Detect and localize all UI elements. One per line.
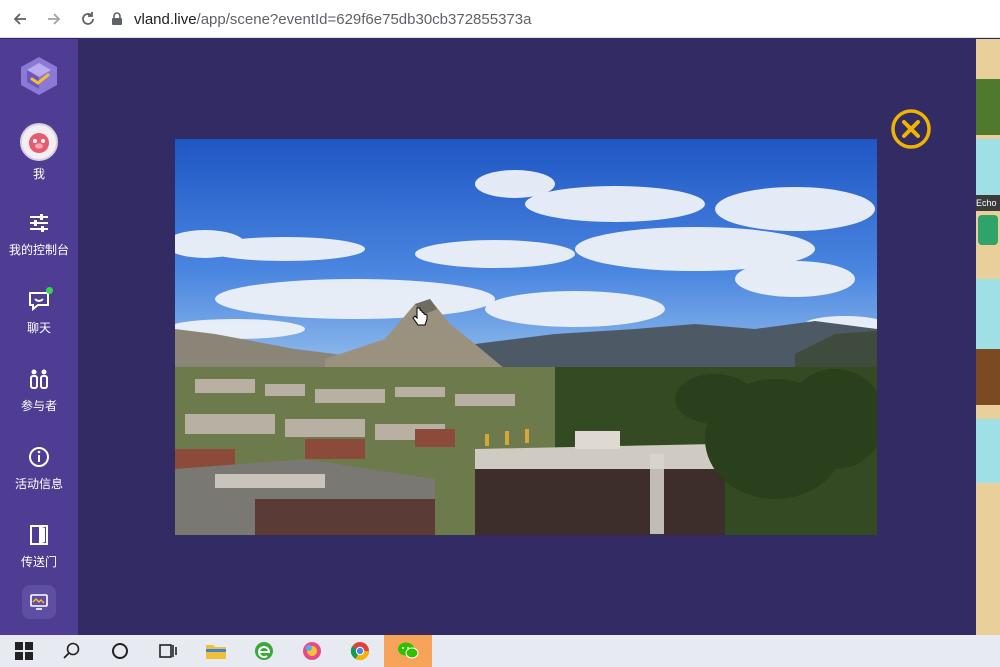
participants-icon bbox=[30, 369, 48, 389]
map-water-tile bbox=[976, 279, 1000, 349]
map-tree-tile bbox=[976, 79, 1000, 135]
sidebar-item-participants[interactable]: 参与者 bbox=[0, 365, 78, 414]
sidebar-item-label: 我的控制台 bbox=[8, 243, 69, 257]
windows-taskbar bbox=[0, 635, 1000, 667]
chrome-icon bbox=[350, 642, 369, 661]
photos-icon bbox=[303, 642, 321, 660]
cortana-icon bbox=[112, 643, 128, 659]
cortana-button[interactable] bbox=[96, 635, 144, 667]
forward-button[interactable] bbox=[40, 5, 68, 33]
screen-share-button[interactable] bbox=[22, 585, 56, 619]
task-view-button[interactable] bbox=[144, 635, 192, 667]
monitor-icon bbox=[30, 594, 48, 610]
sidebar-item-portal[interactable]: 传送门 bbox=[0, 521, 78, 570]
edge-button[interactable] bbox=[240, 635, 288, 667]
wechat-button[interactable] bbox=[384, 635, 432, 667]
sidebar-item-label: 参与者 bbox=[20, 399, 57, 413]
close-button[interactable] bbox=[889, 107, 933, 151]
windows-start-icon bbox=[15, 642, 33, 660]
map-water-tile bbox=[976, 139, 1000, 195]
map-water-tile bbox=[976, 419, 1000, 483]
search-icon bbox=[63, 642, 80, 659]
reload-button[interactable] bbox=[74, 5, 102, 33]
sidebar-item-console[interactable]: 我的控制台 bbox=[0, 209, 78, 258]
chrome-button[interactable] bbox=[336, 635, 384, 667]
arrow-right-icon bbox=[48, 12, 61, 25]
back-button[interactable] bbox=[6, 5, 34, 33]
sidebar-item-me[interactable]: 我 bbox=[0, 123, 78, 182]
game-map-edge: Echo bbox=[976, 39, 1000, 635]
address-bar[interactable]: vland.live/app/scene?eventId=629f6e75db3… bbox=[110, 6, 1000, 32]
browser-toolbar: vland.live/app/scene?eventId=629f6e75db3… bbox=[0, 0, 1000, 38]
start-button[interactable] bbox=[0, 635, 48, 667]
lock-icon bbox=[112, 12, 122, 25]
online-dot bbox=[46, 287, 53, 294]
file-explorer-button[interactable] bbox=[192, 635, 240, 667]
sidebar-item-label: 聊天 bbox=[26, 321, 51, 335]
reload-icon bbox=[82, 11, 94, 25]
sidebar-item-chat[interactable]: 聊天 bbox=[0, 287, 78, 336]
arrow-left-icon bbox=[13, 12, 26, 25]
pig-avatar-icon bbox=[29, 133, 49, 153]
avatar bbox=[20, 123, 58, 161]
task-view-icon bbox=[159, 644, 177, 658]
taskbar-search-button[interactable] bbox=[48, 635, 96, 667]
portal-icon bbox=[30, 525, 48, 545]
sidebar: 我 我的控制台 聊天 参与者 活动信息 传送门 bbox=[0, 39, 78, 635]
sidebar-item-label: 活动信息 bbox=[14, 477, 63, 491]
sidebar-item-event-info[interactable]: 活动信息 bbox=[0, 443, 78, 492]
sliders-icon bbox=[30, 214, 48, 232]
photos-button[interactable] bbox=[288, 635, 336, 667]
url-path: /app/scene?eventId=629f6e75db30cb3728553… bbox=[196, 10, 532, 28]
landscape-photo bbox=[175, 139, 877, 535]
file-explorer-icon bbox=[206, 645, 226, 659]
info-icon bbox=[29, 447, 49, 467]
player-avatar[interactable] bbox=[978, 215, 998, 245]
sidebar-item-label: 我 bbox=[32, 167, 45, 181]
edge-icon bbox=[255, 642, 273, 660]
hand-cursor-icon bbox=[412, 307, 428, 326]
map-wood-tile bbox=[976, 349, 1000, 405]
sidebar-item-label: 传送门 bbox=[20, 555, 57, 569]
avatar-name-tag: Echo bbox=[976, 195, 1000, 211]
scene-viewport bbox=[78, 39, 976, 635]
wechat-icon bbox=[398, 642, 419, 659]
vland-logo[interactable] bbox=[18, 55, 60, 97]
url-host: vland.live bbox=[134, 10, 197, 28]
